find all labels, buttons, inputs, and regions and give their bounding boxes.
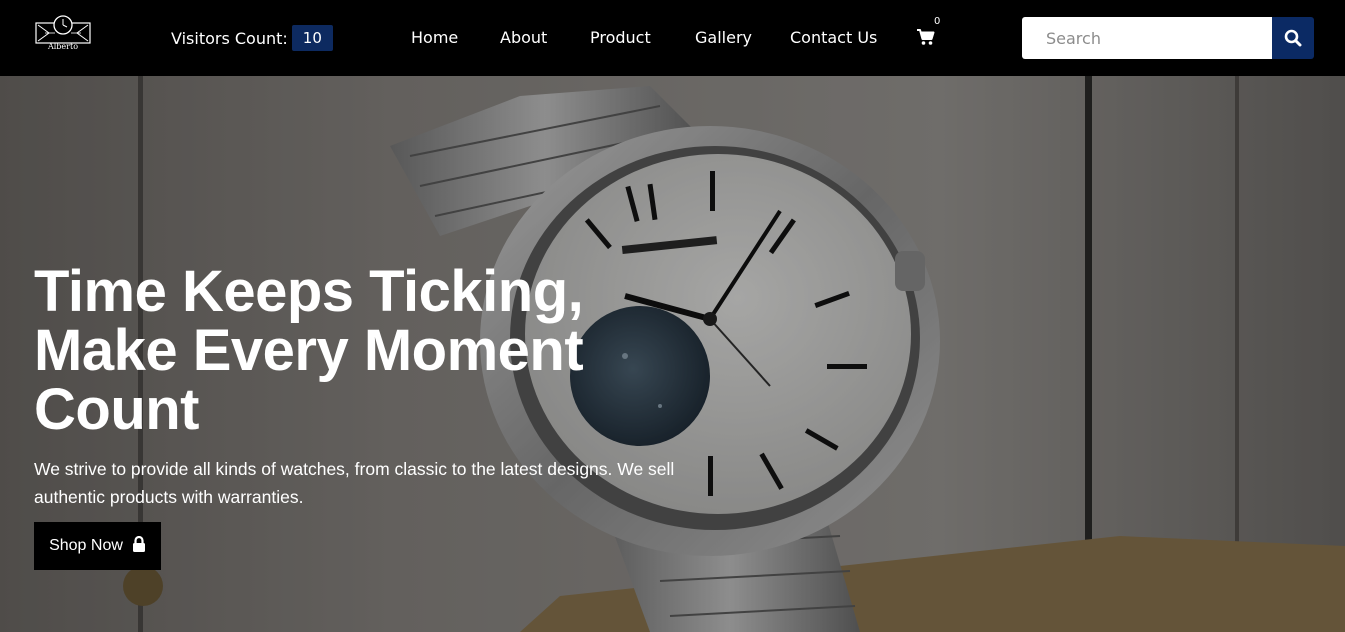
nav-gallery[interactable]: Gallery	[695, 27, 752, 49]
cart-button[interactable]	[916, 28, 938, 48]
lock-icon	[132, 535, 146, 557]
hero-title: Time Keeps Ticking, Make Every Moment Co…	[34, 262, 734, 439]
shop-now-label: Shop Now	[49, 537, 123, 554]
search-button[interactable]	[1272, 17, 1314, 59]
shopping-cart-icon	[917, 29, 935, 45]
nav-contact-us[interactable]: Contact Us	[790, 27, 877, 49]
nav-home[interactable]: Home	[411, 27, 458, 49]
nav-product[interactable]: Product	[590, 27, 651, 49]
hero-subtitle: We strive to provide all kinds of watche…	[34, 459, 675, 507]
brand-logo[interactable]: Alberto	[33, 13, 93, 61]
cart-count-badge: 0	[934, 16, 941, 27]
hero-section: Time Keeps Ticking, Make Every Moment Co…	[0, 76, 1345, 632]
watch-logo-icon	[35, 15, 91, 44]
hero-title-line-1: Time Keeps Ticking,	[34, 259, 584, 324]
search-input[interactable]	[1022, 17, 1272, 59]
brand-name: Alberto	[47, 42, 79, 51]
nav-about[interactable]: About	[500, 27, 547, 49]
visitors-label: Visitors Count:	[171, 28, 288, 48]
navbar: Alberto Visitors Count: 10 Home About Pr…	[0, 0, 1345, 76]
hero-title-line-3: Count	[34, 377, 200, 442]
shop-now-button[interactable]: Shop Now	[34, 522, 161, 570]
search-icon	[1284, 29, 1302, 47]
visitors-counter: Visitors Count: 10	[171, 25, 333, 51]
hero-title-line-2: Make Every Moment	[34, 318, 584, 383]
visitors-count-badge: 10	[291, 25, 333, 51]
